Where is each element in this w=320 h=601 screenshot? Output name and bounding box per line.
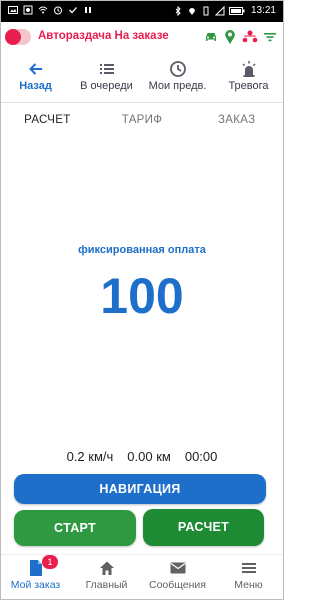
gallery-icon: [23, 5, 33, 15]
alarm-light-icon: [241, 61, 256, 77]
app-header: Авторaздача На заказе: [0, 22, 284, 54]
car-icon[interactable]: [204, 31, 218, 43]
online-toggle[interactable]: [5, 29, 31, 45]
nav-alarm-label: Тревога: [228, 80, 269, 92]
status-time: 13:21: [250, 5, 276, 16]
status-right-icons: 13:21: [173, 5, 276, 16]
nav-back-button[interactable]: Назад: [0, 56, 71, 100]
vibrate-icon: [203, 6, 209, 15]
check-icon: [69, 7, 77, 14]
nav-back-label: Назад: [19, 80, 52, 92]
bottom-nav-messages[interactable]: Сообщения: [142, 555, 213, 601]
order-count-badge: 1: [42, 555, 58, 569]
people-hierarchy-icon[interactable]: [242, 30, 258, 44]
distance-value: 0.00 км: [127, 449, 171, 464]
fare-amount: 100: [100, 268, 184, 324]
header-divider: [0, 102, 284, 103]
mail-icon: [170, 562, 185, 574]
filter-icon[interactable]: [264, 32, 276, 42]
fare-type-label: фиксированная оплата: [78, 244, 206, 256]
bluetooth-icon: [175, 5, 181, 16]
home-icon: [99, 561, 114, 575]
location-icon: [188, 7, 195, 15]
bottom-nav-messages-label: Сообщения: [149, 579, 206, 591]
speed-value: 0.2 км/ч: [66, 449, 114, 464]
bottom-nav: 1 Мой заказ Главный Сообщения Меню: [0, 554, 284, 601]
nav-alarm-button[interactable]: Тревога: [213, 56, 284, 100]
menu-icon: [241, 563, 256, 573]
bottom-nav-home-label: Главный: [85, 579, 128, 591]
bottom-nav-home[interactable]: Главный: [71, 555, 142, 601]
image-icon: [8, 6, 18, 14]
elapsed-time-value: 00:00: [184, 449, 218, 464]
status-bar: 13:21: [0, 0, 284, 22]
nav-preorders-label: Мои предв.: [148, 80, 207, 92]
tab-tariff[interactable]: ТАРИФ: [95, 104, 190, 136]
wifi-icon: [38, 6, 48, 14]
alarm-clock-icon: [54, 6, 62, 15]
nav-queue-label: В очереди: [80, 80, 133, 92]
trip-stats: 0.2 км/ч 0.00 км 00:00: [0, 449, 284, 464]
nav-preorders-button[interactable]: Мои предв.: [142, 56, 213, 100]
tab-calculation[interactable]: РАСЧЕТ: [0, 104, 95, 136]
bottom-nav-menu[interactable]: Меню: [213, 555, 284, 601]
tab-bar: РАСЧЕТ ТАРИФ ЗАКАЗ: [0, 104, 284, 136]
start-button[interactable]: СТАРТ: [14, 510, 136, 546]
pause-icon: [85, 7, 91, 13]
header-icons: [204, 29, 276, 45]
top-nav: Назад В очереди Мои предв. Тревога: [0, 56, 284, 100]
calculate-button[interactable]: РАСЧЕТ: [143, 509, 264, 546]
app-title: Авторaздача На заказе: [38, 30, 169, 42]
bottom-nav-my-order-label: Мой заказ: [10, 579, 61, 591]
nav-queue-button[interactable]: В очереди: [71, 56, 142, 100]
battery-icon: [228, 6, 245, 15]
toggle-knob: [5, 29, 21, 45]
clock-icon: [169, 61, 186, 77]
map-pin-icon[interactable]: [224, 29, 236, 45]
status-left-icons: [8, 5, 93, 15]
tab-order[interactable]: ЗАКАЗ: [189, 104, 284, 136]
arrow-back-icon: [28, 63, 42, 75]
list-icon: [99, 64, 114, 74]
navigation-button[interactable]: НАВИГАЦИЯ: [14, 474, 266, 504]
bottom-nav-my-order[interactable]: 1 Мой заказ: [0, 555, 71, 601]
signal-off-icon: [214, 5, 225, 15]
bottom-nav-menu-label: Меню: [234, 579, 263, 591]
